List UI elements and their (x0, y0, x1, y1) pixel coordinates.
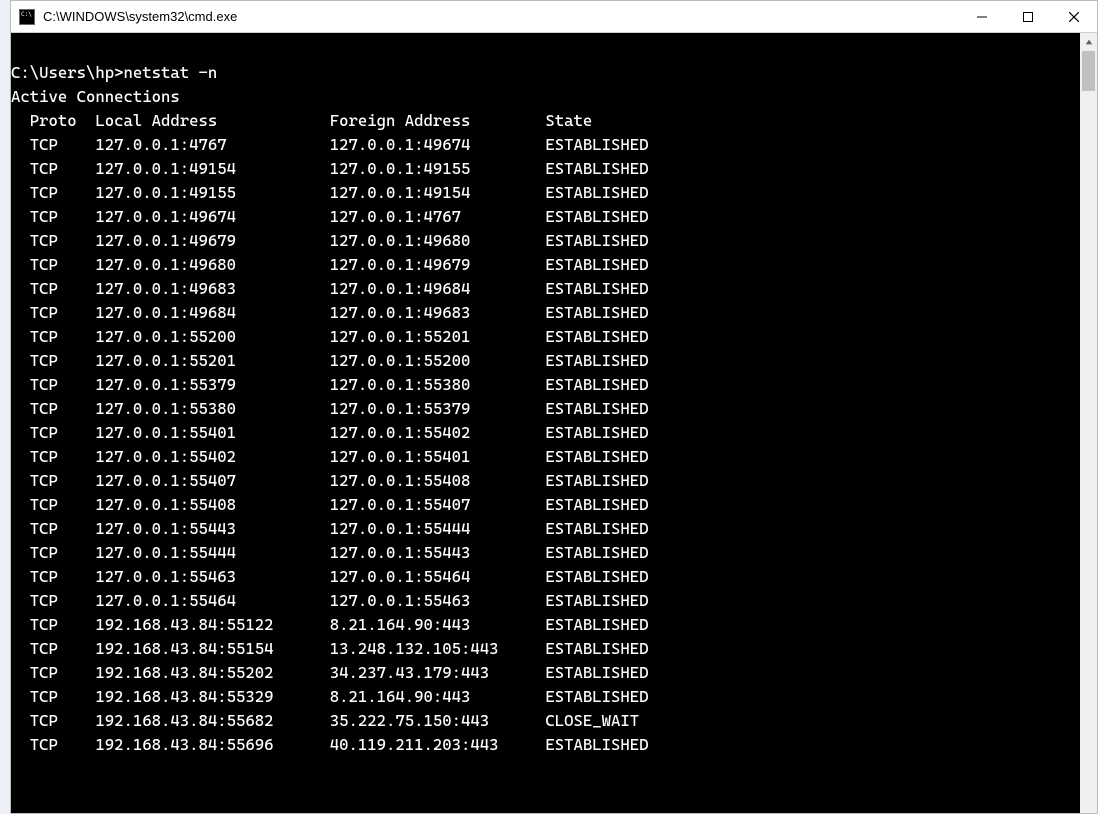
table-row: TCP 127.0.0.1:55443 127.0.0.1:55444 ESTA… (11, 517, 1080, 541)
close-button[interactable] (1051, 1, 1097, 33)
table-row: TCP 127.0.0.1:49684 127.0.0.1:49683 ESTA… (11, 301, 1080, 325)
table-row: TCP 127.0.0.1:49154 127.0.0.1:49155 ESTA… (11, 157, 1080, 181)
scroll-up-button[interactable] (1080, 33, 1097, 50)
table-row: TCP 127.0.0.1:49679 127.0.0.1:49680 ESTA… (11, 229, 1080, 253)
window-title: C:\WINDOWS\system32\cmd.exe (43, 9, 237, 24)
table-row: TCP 127.0.0.1:55379 127.0.0.1:55380 ESTA… (11, 373, 1080, 397)
table-row: TCP 192.168.43.84:55329 8.21.164.90:443 … (11, 685, 1080, 709)
table-header: Proto Local Address Foreign Address Stat… (11, 109, 1080, 133)
section-title: Active Connections (11, 85, 1080, 109)
table-row: TCP 127.0.0.1:55408 127.0.0.1:55407 ESTA… (11, 493, 1080, 517)
maximize-icon (1023, 12, 1033, 22)
table-row: TCP 192.168.43.84:55696 40.119.211.203:4… (11, 733, 1080, 757)
table-row: TCP 192.168.43.84:55682 35.222.75.150:44… (11, 709, 1080, 733)
terminal-output[interactable]: C:\Users\hp>netstat -nActive Connections… (11, 33, 1080, 813)
client-area: C:\Users\hp>netstat -nActive Connections… (11, 33, 1097, 813)
table-row: TCP 127.0.0.1:49680 127.0.0.1:49679 ESTA… (11, 253, 1080, 277)
terminal-line (11, 37, 1080, 61)
table-row: TCP 127.0.0.1:55201 127.0.0.1:55200 ESTA… (11, 349, 1080, 373)
vertical-scrollbar[interactable] (1080, 33, 1097, 813)
table-row: TCP 127.0.0.1:55464 127.0.0.1:55463 ESTA… (11, 589, 1080, 613)
table-row: TCP 192.168.43.84:55122 8.21.164.90:443 … (11, 613, 1080, 637)
cmd-window: C:\WINDOWS\system32\cmd.exe C:\Users\hp>… (10, 0, 1098, 814)
table-row: TCP 127.0.0.1:55401 127.0.0.1:55402 ESTA… (11, 421, 1080, 445)
table-row: TCP 192.168.43.84:55154 13.248.132.105:4… (11, 637, 1080, 661)
table-row: TCP 127.0.0.1:55463 127.0.0.1:55464 ESTA… (11, 565, 1080, 589)
maximize-button[interactable] (1005, 1, 1051, 33)
close-icon (1069, 12, 1079, 22)
table-row: TCP 192.168.43.84:55202 34.237.43.179:44… (11, 661, 1080, 685)
table-row: TCP 127.0.0.1:49155 127.0.0.1:49154 ESTA… (11, 181, 1080, 205)
table-row: TCP 127.0.0.1:55402 127.0.0.1:55401 ESTA… (11, 445, 1080, 469)
table-row: TCP 127.0.0.1:49674 127.0.0.1:4767 ESTAB… (11, 205, 1080, 229)
table-row: TCP 127.0.0.1:55380 127.0.0.1:55379 ESTA… (11, 397, 1080, 421)
minimize-icon (977, 12, 987, 22)
table-row: TCP 127.0.0.1:55407 127.0.0.1:55408 ESTA… (11, 469, 1080, 493)
table-row: TCP 127.0.0.1:49683 127.0.0.1:49684 ESTA… (11, 277, 1080, 301)
chevron-up-icon (1085, 38, 1093, 46)
table-row: TCP 127.0.0.1:4767 127.0.0.1:49674 ESTAB… (11, 133, 1080, 157)
cmd-icon (19, 9, 35, 25)
table-row: TCP 127.0.0.1:55200 127.0.0.1:55201 ESTA… (11, 325, 1080, 349)
scroll-thumb[interactable] (1082, 51, 1095, 91)
prompt-line: C:\Users\hp>netstat -n (11, 61, 1080, 85)
titlebar[interactable]: C:\WINDOWS\system32\cmd.exe (11, 1, 1097, 33)
minimize-button[interactable] (959, 1, 1005, 33)
table-row: TCP 127.0.0.1:55444 127.0.0.1:55443 ESTA… (11, 541, 1080, 565)
